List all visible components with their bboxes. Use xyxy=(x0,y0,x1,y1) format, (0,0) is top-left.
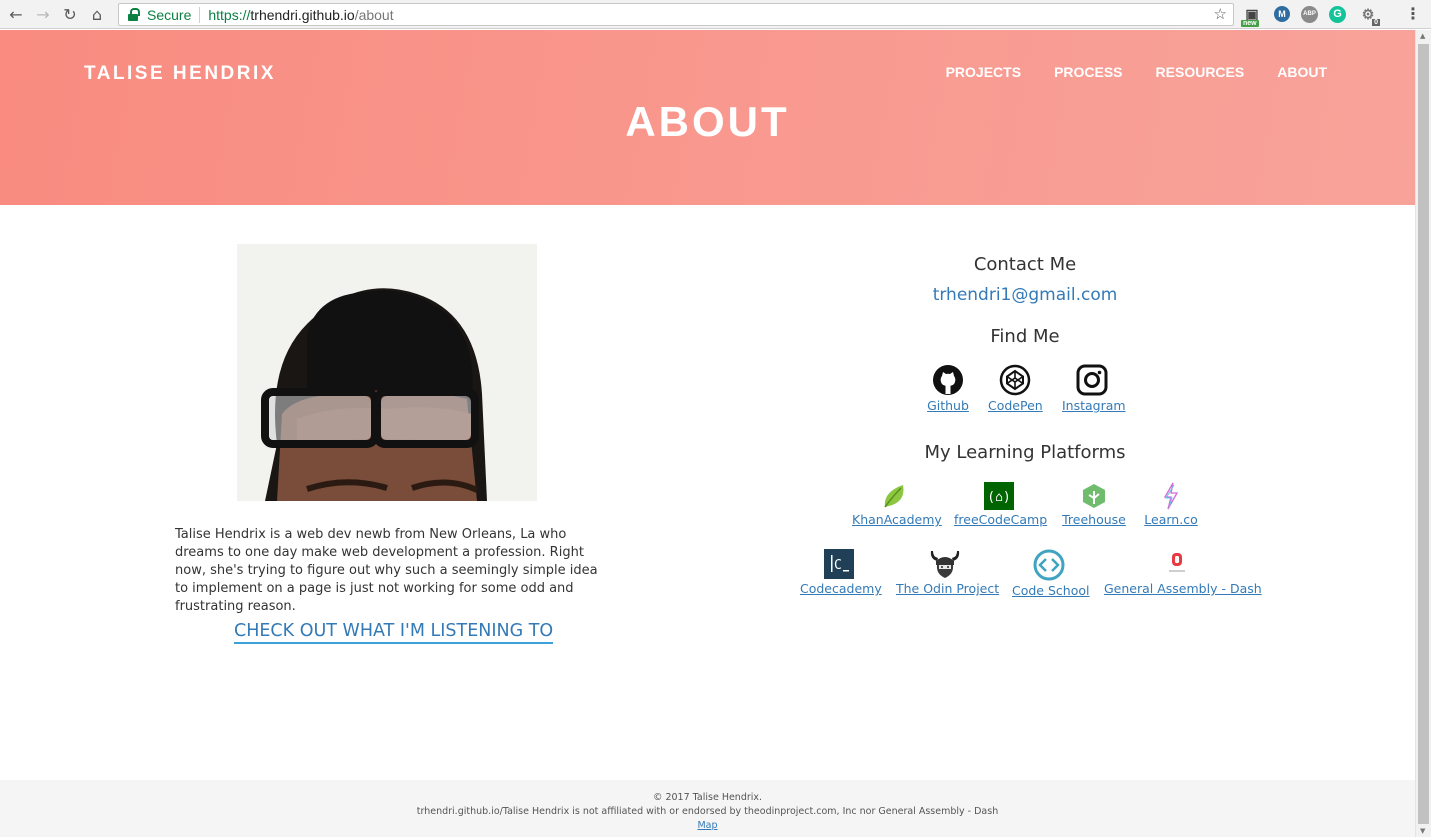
page-scrollbar[interactable]: ▲ ▼ xyxy=(1415,30,1431,837)
github-icon xyxy=(933,365,963,395)
page-content: TALISE HENDRIX PROJECTS PROCESS RESOURCE… xyxy=(0,30,1415,837)
footer-disclaimer: trhendri.github.io/Talise Hendrix is not… xyxy=(416,806,999,817)
general-assembly-label: General Assembly - Dash xyxy=(1104,581,1262,596)
profile-photo xyxy=(237,244,537,501)
codecademy-icon: C xyxy=(824,549,854,579)
treehouse-label: Treehouse xyxy=(1062,512,1126,527)
freecodecamp-label: freeCodeCamp xyxy=(954,512,1048,527)
nav-projects[interactable]: PROJECTS xyxy=(946,64,1021,80)
reload-icon[interactable]: ↻ xyxy=(59,3,81,25)
screen-capture-extension-icon[interactable]: ▣ new xyxy=(1241,4,1263,27)
extension-icons: ▣ new M ABP G ⚙ 0 xyxy=(1241,4,1380,27)
contact-heading: Contact Me xyxy=(973,254,1077,275)
freecodecamp-icon: (⌂) xyxy=(984,482,1014,510)
browser-toolbar: ← → ↻ ⌂ Secure https:// trhendri.github.… xyxy=(0,0,1431,29)
viking-helmet-icon xyxy=(930,551,960,578)
instagram-label: Instagram xyxy=(1062,398,1126,413)
find-me-heading: Find Me xyxy=(990,326,1060,347)
footer-map-link[interactable]: Map xyxy=(697,820,717,831)
lock-icon xyxy=(127,7,141,22)
learnco-label: Learn.co xyxy=(1144,512,1198,527)
url-path: /about xyxy=(354,6,394,23)
treehouse-link[interactable]: Treehouse xyxy=(1062,482,1126,527)
code-school-link[interactable]: Code School xyxy=(1012,549,1090,598)
page-footer: © 2017 Talise Hendrix. trhendri.github.i… xyxy=(0,780,1415,837)
khanacademy-link[interactable]: KhanAcademy xyxy=(852,482,942,527)
nav-about[interactable]: ABOUT xyxy=(1277,64,1327,80)
listening-link[interactable]: CHECK OUT WHAT I'M LISTENING TO xyxy=(234,621,554,644)
bookmark-star-icon[interactable]: ☆ xyxy=(1214,5,1227,23)
browser-menu-icon[interactable]: ⋮ xyxy=(1405,4,1421,23)
back-arrow-icon[interactable]: ← xyxy=(5,3,27,25)
learning-platforms-heading: My Learning Platforms xyxy=(924,442,1126,463)
odin-project-link[interactable]: The Odin Project xyxy=(896,549,999,596)
omnibox-divider xyxy=(199,6,201,23)
treehouse-icon xyxy=(1083,484,1105,508)
url-host: trhendri.github.io xyxy=(250,6,355,23)
address-bar[interactable]: Secure https:// trhendri.github.io /abou… xyxy=(118,3,1234,26)
site-brand[interactable]: TALISE HENDRIX xyxy=(84,63,276,85)
gear-extension-icon[interactable]: ⚙ 0 xyxy=(1357,4,1380,26)
khanacademy-label: KhanAcademy xyxy=(852,512,942,527)
instagram-link[interactable]: Instagram xyxy=(1062,364,1126,413)
general-assembly-link[interactable]: General Assembly - Dash xyxy=(1104,549,1262,596)
codecademy-link[interactable]: C Codecademy xyxy=(800,549,882,596)
leaf-icon xyxy=(884,485,904,508)
lightning-icon xyxy=(1163,482,1179,510)
dash-logo-icon xyxy=(1169,553,1185,572)
home-icon[interactable]: ⌂ xyxy=(86,3,108,25)
nav-process[interactable]: PROCESS xyxy=(1054,64,1122,80)
url-scheme: https:// xyxy=(208,6,251,23)
code-school-icon xyxy=(1033,549,1065,581)
grammarly-extension-icon[interactable]: G xyxy=(1329,5,1346,23)
github-link[interactable]: Github xyxy=(927,364,969,413)
forward-arrow-icon[interactable]: → xyxy=(32,3,54,25)
code-school-label: Code School xyxy=(1012,583,1090,598)
footer-copyright: © 2017 Talise Hendrix. xyxy=(652,792,763,803)
scroll-down-arrow-icon[interactable]: ▼ xyxy=(1420,827,1425,835)
codepen-icon xyxy=(999,364,1031,396)
m-extension-icon[interactable]: M xyxy=(1274,6,1290,22)
scroll-thumb[interactable] xyxy=(1418,44,1429,824)
svg-text:C: C xyxy=(834,558,842,573)
profile-photo-illustration xyxy=(237,244,537,501)
email-link[interactable]: trhendri1@gmail.com xyxy=(760,285,1290,305)
hero-banner: TALISE HENDRIX PROJECTS PROCESS RESOURCE… xyxy=(0,30,1415,205)
bio-text: Talise Hendrix is a web dev newb from Ne… xyxy=(175,527,598,614)
codecademy-label: Codecademy xyxy=(800,581,882,596)
odin-project-label: The Odin Project xyxy=(896,581,1000,596)
svg-text:(⌂): (⌂) xyxy=(987,490,1010,505)
instagram-icon xyxy=(1076,364,1108,396)
secure-label: Secure xyxy=(147,6,192,23)
codepen-link[interactable]: CodePen xyxy=(988,364,1043,413)
main-nav: PROJECTS PROCESS RESOURCES ABOUT xyxy=(946,64,1327,80)
codepen-label: CodePen xyxy=(988,398,1043,413)
freecodecamp-link[interactable]: (⌂) freeCodeCamp xyxy=(954,482,1048,527)
adblock-plus-extension-icon[interactable]: ABP xyxy=(1301,5,1318,23)
page-title: ABOUT xyxy=(625,98,790,145)
scroll-up-arrow-icon[interactable]: ▲ xyxy=(1420,32,1425,40)
extension-count-badge: 0 xyxy=(1372,19,1380,26)
new-badge: new xyxy=(1241,20,1259,27)
nav-resources[interactable]: RESOURCES xyxy=(1156,64,1245,80)
github-label: Github xyxy=(927,398,969,413)
learnco-link[interactable]: Learn.co xyxy=(1142,482,1200,527)
